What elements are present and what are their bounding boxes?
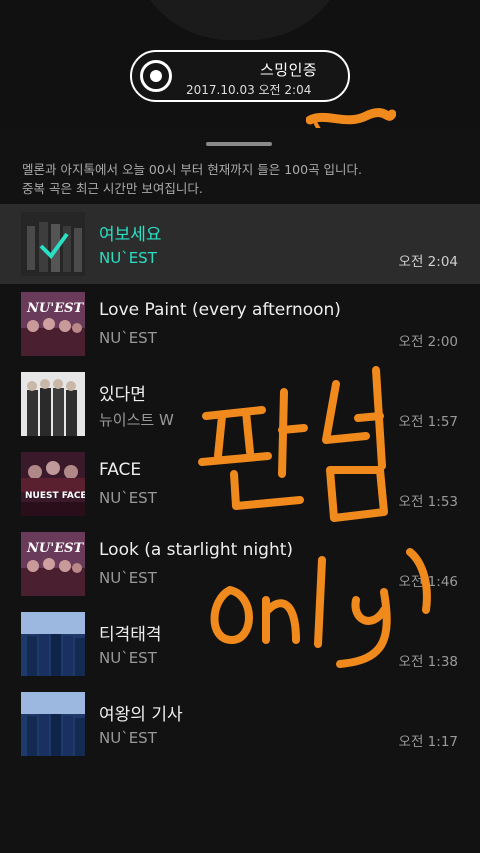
song-row[interactable]: 있다면 뉴이스트 W 오전 1:57 <box>0 364 480 444</box>
song-artist: NU`EST <box>99 329 157 347</box>
song-artist: NU`EST <box>99 569 157 587</box>
song-title: Look (a starlight night) <box>99 540 294 560</box>
song-history-sheet: 멜론과 아지톡에서 오늘 00시 부터 현재까지 들은 100곡 입니다. 중복… <box>0 128 480 853</box>
svg-text:NU'EST: NU'EST <box>26 541 84 556</box>
badge-title: 스밍인증 <box>260 61 318 79</box>
album-art: NUEST FACE <box>21 452 85 516</box>
song-artist: NU`EST <box>99 489 157 507</box>
album-art <box>21 372 85 436</box>
played-time: 오전 1:38 <box>398 654 458 670</box>
song-row[interactable]: 티격태격 NU`EST 오전 1:38 <box>0 604 480 684</box>
song-row[interactable]: 여보세요 NU`EST 오전 2:04 <box>0 204 480 284</box>
played-time: 오전 2:00 <box>398 334 458 350</box>
drag-handle[interactable] <box>206 142 272 146</box>
song-artist: 뉴이스트 W <box>99 411 174 429</box>
played-time: 오전 1:53 <box>398 494 458 510</box>
song-artist: NU`EST <box>99 729 157 747</box>
played-time: 오전 1:46 <box>398 574 458 590</box>
svg-text:NUEST FACE: NUEST FACE <box>25 491 85 501</box>
top-decoration <box>130 0 350 40</box>
album-art <box>21 612 85 676</box>
song-row[interactable]: NU'EST Love Paint (every afternoon) NU`E… <box>0 284 480 364</box>
streaming-certification-badge[interactable]: 스밍인증 2017.10.03 오전 2:04 <box>130 50 396 140</box>
song-title: 티격태격 <box>99 625 162 645</box>
song-title: 있다면 <box>99 385 146 405</box>
played-time: 오전 2:04 <box>398 254 458 270</box>
song-title: FACE <box>99 460 142 480</box>
song-title: 여보세요 <box>99 225 162 245</box>
album-art: NU'EST <box>21 532 85 596</box>
song-artist: NU`EST <box>99 249 157 267</box>
song-title: Love Paint (every afternoon) <box>99 300 341 320</box>
played-time: 오전 1:57 <box>398 414 458 430</box>
played-time: 오전 1:17 <box>398 734 458 750</box>
song-row[interactable]: 여왕의 기사 NU`EST 오전 1:17 <box>0 684 480 764</box>
album-art <box>21 212 85 276</box>
notice-text: 멜론과 아지톡에서 오늘 00시 부터 현재까지 들은 100곡 입니다. 중복… <box>22 162 363 196</box>
badge-datetime: 2017.10.03 오전 2:04 <box>186 83 312 97</box>
album-art <box>21 692 85 756</box>
vinyl-disc-icon <box>140 60 172 92</box>
song-list: 여보세요 NU`EST 오전 2:04 NU'EST Love Paint (e… <box>0 204 480 764</box>
song-row[interactable]: NU'EST Look (a starlight night) NU`EST 오… <box>0 524 480 604</box>
song-row[interactable]: NUEST FACE FACE NU`EST 오전 1:53 <box>0 444 480 524</box>
album-art: NU'EST <box>21 292 85 356</box>
svg-text:NU'EST: NU'EST <box>26 301 84 316</box>
song-title: 여왕의 기사 <box>99 705 183 725</box>
song-artist: NU`EST <box>99 649 157 667</box>
